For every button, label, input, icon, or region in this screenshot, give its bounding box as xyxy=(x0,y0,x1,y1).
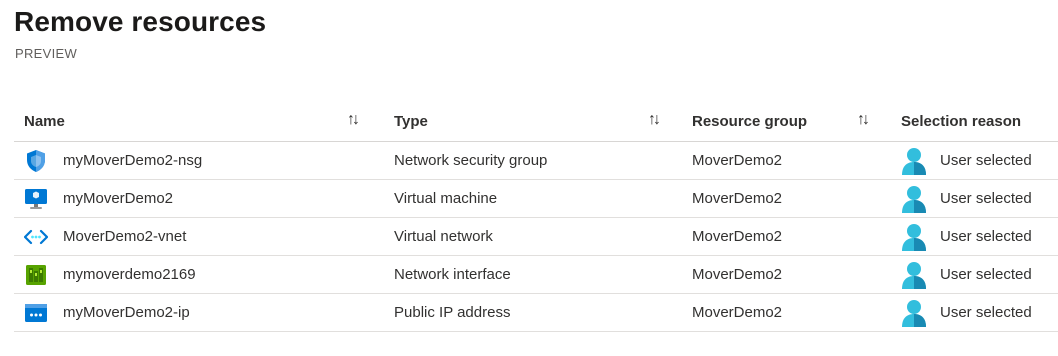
resource-name[interactable]: myMoverDemo2 xyxy=(63,190,173,207)
network-interface-icon xyxy=(26,265,46,285)
resource-group: MoverDemo2 xyxy=(692,266,783,283)
column-header-resource-group[interactable]: Resource group xyxy=(692,113,807,130)
table-row[interactable]: myMoverDemo2-ip Public IP address MoverD… xyxy=(14,294,1058,332)
resource-type: Public IP address xyxy=(394,304,511,321)
user-icon xyxy=(902,300,926,327)
resource-name[interactable]: MoverDemo2-vnet xyxy=(63,228,186,245)
sort-resource-group-icon[interactable]: ↑↓ xyxy=(857,111,870,129)
resource-name[interactable]: myMoverDemo2-nsg xyxy=(63,152,202,169)
resource-type: Network interface xyxy=(394,266,511,283)
network-security-group-icon xyxy=(27,150,45,172)
column-header-selection-reason[interactable]: Selection reason xyxy=(901,113,1021,130)
column-header-name[interactable]: Name xyxy=(24,113,65,130)
resource-group: MoverDemo2 xyxy=(692,152,783,169)
resource-group: MoverDemo2 xyxy=(692,304,783,321)
selection-reason: User selected xyxy=(940,228,1032,245)
page-subtitle: PREVIEW xyxy=(15,46,78,61)
virtual-machine-icon xyxy=(25,189,47,209)
selection-reason: User selected xyxy=(940,190,1032,207)
table-row[interactable]: myMoverDemo2-nsg Network security group … xyxy=(14,142,1058,180)
page-title: Remove resources xyxy=(14,6,267,37)
virtual-network-icon xyxy=(24,229,48,245)
resource-name[interactable]: mymoverdemo2169 xyxy=(63,266,196,283)
resource-type: Virtual machine xyxy=(394,190,498,207)
resource-type: Virtual network xyxy=(394,228,493,245)
resource-type: Network security group xyxy=(394,152,548,169)
selection-reason: User selected xyxy=(940,266,1032,283)
resource-name[interactable]: myMoverDemo2-ip xyxy=(63,304,190,321)
user-icon xyxy=(902,148,926,175)
table-row[interactable]: myMoverDemo2 Virtual machine MoverDemo2 … xyxy=(14,180,1058,218)
table-row[interactable]: mymoverdemo2169 Network interface MoverD… xyxy=(14,256,1058,294)
user-icon xyxy=(902,224,926,251)
public-ip-address-icon xyxy=(25,304,47,322)
resource-group: MoverDemo2 xyxy=(692,190,783,207)
user-icon xyxy=(902,262,926,289)
selection-reason: User selected xyxy=(940,152,1032,169)
user-icon xyxy=(902,186,926,213)
column-header-type[interactable]: Type xyxy=(394,113,428,130)
selection-reason: User selected xyxy=(940,304,1032,321)
sort-name-icon[interactable]: ↑↓ xyxy=(347,111,360,129)
sort-type-icon[interactable]: ↑↓ xyxy=(648,111,661,129)
resource-group: MoverDemo2 xyxy=(692,228,783,245)
table-header: Name ↑↓ Type ↑↓ Resource group ↑↓ Select… xyxy=(14,102,1058,142)
resources-table: Name ↑↓ Type ↑↓ Resource group ↑↓ Select… xyxy=(14,102,1058,332)
table-row[interactable]: MoverDemo2-vnet Virtual network MoverDem… xyxy=(14,218,1058,256)
